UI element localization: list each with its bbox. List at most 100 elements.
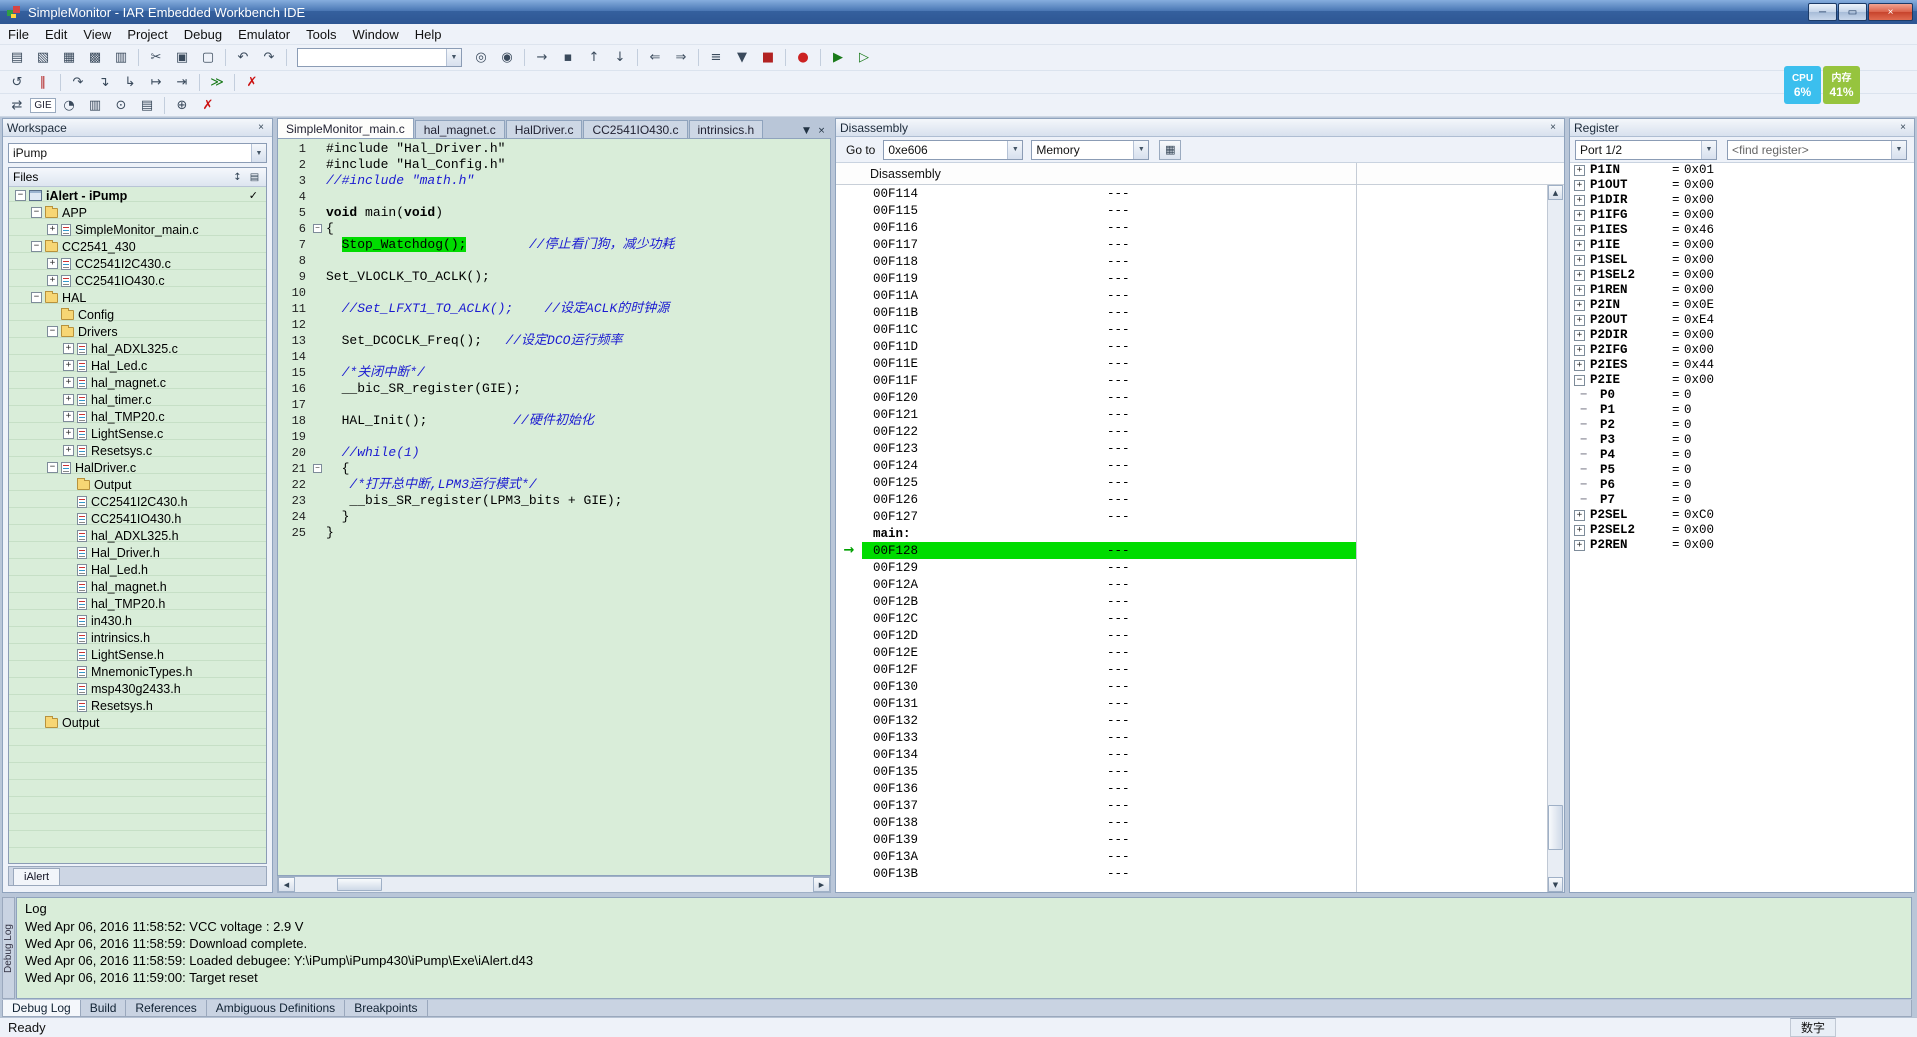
register-row[interactable]: − P6 = 0 bbox=[1570, 478, 1914, 493]
expand-icon[interactable]: + bbox=[63, 445, 74, 456]
expand-icon[interactable]: + bbox=[1574, 345, 1585, 356]
tree-item[interactable]: + SimpleMonitor_main.c bbox=[9, 221, 266, 238]
menu-emulator[interactable]: Emulator bbox=[230, 25, 298, 44]
tree-item[interactable]: hal_magnet.h bbox=[9, 578, 266, 595]
tree-item[interactable]: Hal_Driver.h bbox=[9, 544, 266, 561]
tree-item[interactable]: Config bbox=[9, 306, 266, 323]
expand-icon[interactable]: + bbox=[47, 258, 58, 269]
sequencer-control-button[interactable]: ⊙ bbox=[109, 95, 133, 115]
expand-icon[interactable]: + bbox=[1574, 195, 1585, 206]
expand-icon[interactable]: + bbox=[1574, 255, 1585, 266]
register-group-combo[interactable]: Port 1/2 ▼ bbox=[1575, 139, 1717, 160]
expand-icon[interactable]: + bbox=[1574, 525, 1585, 536]
tree-item[interactable]: LightSense.h bbox=[9, 646, 266, 663]
disassembly-row[interactable]: 00F134 --- bbox=[836, 746, 1549, 763]
disassembly-row[interactable]: 00F123 --- bbox=[836, 440, 1549, 457]
disassembly-row[interactable]: 00F119 --- bbox=[836, 270, 1549, 287]
register-row[interactable]: + P1DIR = 0x00 bbox=[1570, 193, 1914, 208]
register-row[interactable]: + P1IN = 0x01 bbox=[1570, 163, 1914, 178]
register-row[interactable]: − P0 = 0 bbox=[1570, 388, 1914, 403]
tree-item[interactable]: Hal_Led.h bbox=[9, 561, 266, 578]
log-tab-debug-log[interactable]: Debug Log bbox=[3, 1000, 81, 1016]
tree-item[interactable]: + CC2541IO430.c bbox=[9, 272, 266, 289]
tab-list-chevron-icon[interactable]: ▼ bbox=[799, 123, 814, 138]
scrollbar-thumb[interactable] bbox=[337, 878, 382, 891]
editor-tab-simplemonitor_main.c[interactable]: SimpleMonitor_main.c bbox=[277, 118, 414, 138]
find-register-combo[interactable]: <find register> ▼ bbox=[1727, 139, 1907, 160]
tree-item[interactable]: − CC2541_430 bbox=[9, 238, 266, 255]
collapse-icon[interactable]: − bbox=[1574, 375, 1585, 386]
disassembly-row[interactable]: 00F118 --- bbox=[836, 253, 1549, 270]
tree-item[interactable]: − iAlert - iPump ✓ bbox=[9, 187, 266, 204]
register-row[interactable]: − P4 = 0 bbox=[1570, 448, 1914, 463]
expand-icon[interactable]: + bbox=[63, 360, 74, 371]
disassembly-row[interactable]: 00F11C --- bbox=[836, 321, 1549, 338]
collapse-icon[interactable]: − bbox=[47, 326, 58, 337]
register-row[interactable]: + P1REN = 0x00 bbox=[1570, 283, 1914, 298]
collapse-icon[interactable]: − bbox=[31, 207, 42, 218]
emulator-stop-button[interactable]: ✗ bbox=[196, 95, 220, 115]
disassembly-row[interactable]: 00F131 --- bbox=[836, 695, 1549, 712]
copy-button[interactable]: ▣ bbox=[170, 48, 194, 68]
collapse-icon[interactable]: − bbox=[31, 241, 42, 252]
register-row[interactable]: − P2 = 0 bbox=[1570, 418, 1914, 433]
cut-button[interactable]: ✂ bbox=[144, 48, 168, 68]
disassembly-row[interactable]: 00F138 --- bbox=[836, 814, 1549, 831]
quick-search-combo[interactable]: ▼ bbox=[297, 48, 462, 67]
disassembly-row[interactable]: 00F129 --- bbox=[836, 559, 1549, 576]
disassembly-row[interactable]: 00F11E --- bbox=[836, 355, 1549, 372]
tree-item[interactable]: + Hal_Led.c bbox=[9, 357, 266, 374]
disassembly-row[interactable]: 00F120 --- bbox=[836, 389, 1549, 406]
chevron-down-icon[interactable]: ▼ bbox=[446, 49, 461, 66]
toggle-bookmark-button[interactable]: ▪ bbox=[556, 48, 580, 68]
disassembly-row[interactable]: 00F12C --- bbox=[836, 610, 1549, 627]
disassembly-row[interactable]: 00F11A --- bbox=[836, 287, 1549, 304]
expand-icon[interactable]: + bbox=[1574, 210, 1585, 221]
force-pc-button[interactable]: ⊕ bbox=[170, 95, 194, 115]
expand-icon[interactable]: + bbox=[1574, 270, 1585, 281]
step-over-button[interactable]: ↷ bbox=[66, 72, 90, 92]
disassembly-row[interactable]: 00F133 --- bbox=[836, 729, 1549, 746]
run-to-cursor-button[interactable]: ⇥ bbox=[170, 72, 194, 92]
register-row[interactable]: − P3 = 0 bbox=[1570, 433, 1914, 448]
go-button[interactable]: ≫ bbox=[205, 72, 229, 92]
files-columns-icon[interactable]: ▤ bbox=[247, 172, 262, 183]
expand-icon[interactable]: + bbox=[1574, 315, 1585, 326]
reset-button[interactable]: ↺ bbox=[5, 72, 29, 92]
tree-item[interactable]: + hal_timer.c bbox=[9, 391, 266, 408]
minimize-button[interactable]: ─ bbox=[1808, 3, 1837, 21]
disassembly-row[interactable]: 00F130 --- bbox=[836, 678, 1549, 695]
scrollbar-track[interactable] bbox=[295, 877, 813, 892]
disassembly-row[interactable]: 00F13A --- bbox=[836, 848, 1549, 865]
disassembly-row[interactable]: 00F125 --- bbox=[836, 474, 1549, 491]
find-button[interactable]: ◎ bbox=[469, 48, 493, 68]
tree-item[interactable]: msp430g2433.h bbox=[9, 680, 266, 697]
menu-file[interactable]: File bbox=[0, 25, 37, 44]
fold-collapse-icon[interactable]: − bbox=[313, 224, 322, 233]
expand-icon[interactable]: + bbox=[63, 411, 74, 422]
menu-debug[interactable]: Debug bbox=[176, 25, 230, 44]
replace-button[interactable]: ◉ bbox=[495, 48, 519, 68]
close-icon[interactable]: × bbox=[254, 121, 268, 134]
expand-icon[interactable]: + bbox=[1574, 300, 1585, 311]
log-tab-breakpoints[interactable]: Breakpoints bbox=[345, 1000, 428, 1016]
register-row[interactable]: + P1IFG = 0x00 bbox=[1570, 208, 1914, 223]
chevron-down-icon[interactable]: ▼ bbox=[1891, 140, 1906, 159]
register-row[interactable]: − P5 = 0 bbox=[1570, 463, 1914, 478]
register-row[interactable]: + P2DIR = 0x00 bbox=[1570, 328, 1914, 343]
register-row[interactable]: + P2OUT = 0xE4 bbox=[1570, 313, 1914, 328]
log-tab-ambiguous-definitions[interactable]: Ambiguous Definitions bbox=[207, 1000, 346, 1016]
power-log-button[interactable]: ▤ bbox=[135, 95, 159, 115]
tree-item[interactable]: + hal_TMP20.c bbox=[9, 408, 266, 425]
register-row[interactable]: − P7 = 0 bbox=[1570, 493, 1914, 508]
register-row[interactable]: + P2REN = 0x00 bbox=[1570, 538, 1914, 553]
disassembly-row[interactable]: 00F136 --- bbox=[836, 780, 1549, 797]
disassembly-row[interactable]: 00F12E --- bbox=[836, 644, 1549, 661]
expand-icon[interactable]: + bbox=[1574, 330, 1585, 341]
files-sort-icon[interactable]: ↕ bbox=[230, 172, 245, 183]
tree-item[interactable]: − APP bbox=[9, 204, 266, 221]
disassembly-row[interactable]: 00F127 --- bbox=[836, 508, 1549, 525]
state-storage-button[interactable]: ▥ bbox=[83, 95, 107, 115]
go-to-button[interactable]: → bbox=[530, 48, 554, 68]
device-control-button[interactable]: ⇄ bbox=[5, 95, 29, 115]
